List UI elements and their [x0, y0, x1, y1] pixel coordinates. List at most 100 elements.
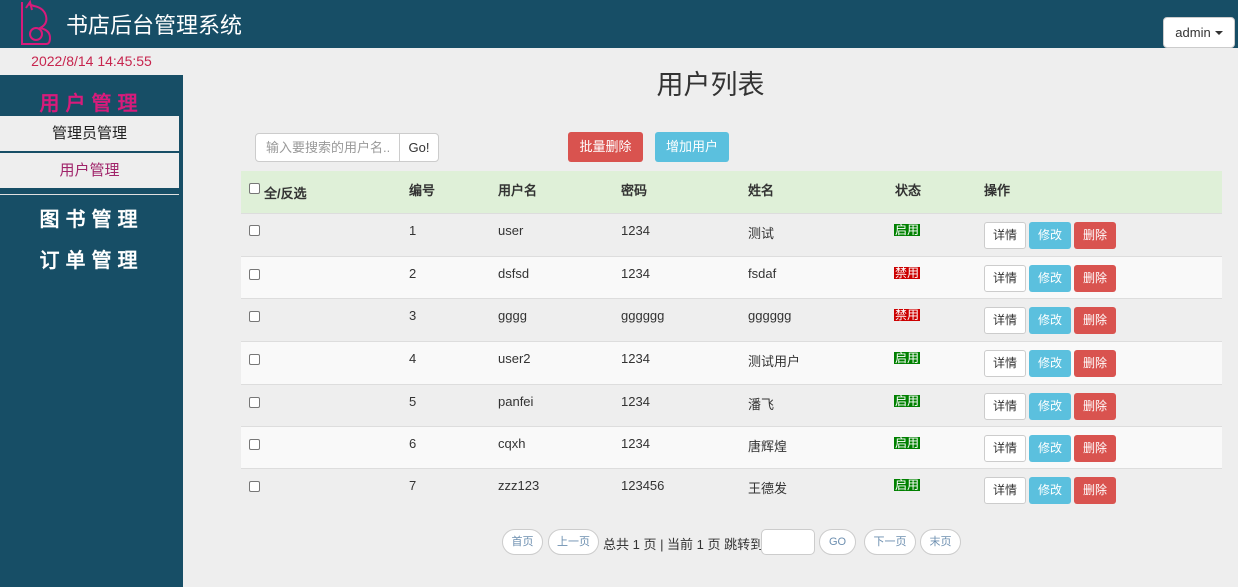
- table-row: 4 user2 1234 测试用户 启用 详情 修改 删除: [241, 341, 1222, 384]
- top-bar: 书店后台管理系统 admin: [0, 0, 1238, 48]
- edit-button[interactable]: 修改: [1029, 350, 1071, 377]
- admin-label: admin: [1175, 25, 1211, 40]
- sidebar: 用户管理 管理员管理 用户管理 图书管理 订单管理: [0, 75, 183, 587]
- cell-name: 王德发: [748, 481, 788, 496]
- cell-id: 2: [409, 266, 417, 281]
- table-header: 全/反选 编号 用户名 密码 姓名 状态 操作: [241, 171, 1222, 213]
- edit-button[interactable]: 修改: [1029, 307, 1071, 334]
- add-user-button[interactable]: 增加用户: [655, 132, 729, 162]
- jump-go-button[interactable]: GO: [819, 529, 856, 555]
- detail-button[interactable]: 详情: [984, 222, 1026, 249]
- sidebar-subitem-admin-management[interactable]: 管理员管理: [0, 116, 179, 151]
- table-row: 5 panfei 1234 潘飞 启用 详情 修改 删除: [241, 384, 1222, 427]
- table-row: 6 cqxh 1234 唐辉煌 启用 详情 修改 删除: [241, 426, 1222, 469]
- cell-id: 3: [409, 308, 417, 323]
- prev-page-button[interactable]: 上一页: [548, 529, 599, 555]
- next-page-button[interactable]: 下一页: [864, 529, 916, 555]
- cell-password: 1234: [621, 436, 650, 451]
- status-badge: 禁用: [894, 308, 921, 322]
- cell-name: gggggg: [748, 308, 792, 323]
- sidebar-divider: [0, 194, 179, 195]
- sidebar-item-order-management[interactable]: 订单管理: [0, 244, 183, 273]
- edit-button[interactable]: 修改: [1029, 265, 1071, 292]
- delete-button[interactable]: 删除: [1074, 350, 1116, 377]
- cell-name: 测试用户: [748, 354, 801, 369]
- sidebar-item-user-management[interactable]: 用户管理: [0, 87, 183, 116]
- header-username: 用户名: [498, 183, 538, 198]
- header-actions: 操作: [984, 183, 1011, 198]
- row-select-checkbox[interactable]: [249, 311, 260, 322]
- page-info: 总共 1 页 | 当前 1 页 跳转到: [603, 537, 764, 552]
- cell-password: 1234: [621, 351, 650, 366]
- edit-button[interactable]: 修改: [1029, 435, 1071, 462]
- cell-password: 1234: [621, 266, 650, 281]
- edit-button[interactable]: 修改: [1029, 222, 1071, 249]
- detail-button[interactable]: 详情: [984, 350, 1026, 377]
- delete-button[interactable]: 删除: [1074, 265, 1116, 292]
- admin-dropdown-button[interactable]: admin: [1163, 17, 1235, 48]
- search-input[interactable]: [255, 133, 400, 162]
- cell-name: fsdaf: [748, 266, 777, 281]
- delete-button[interactable]: 删除: [1074, 307, 1116, 334]
- row-select-checkbox[interactable]: [249, 354, 260, 365]
- detail-button[interactable]: 详情: [984, 477, 1026, 504]
- delete-button[interactable]: 删除: [1074, 435, 1116, 462]
- cell-password: 1234: [621, 394, 650, 409]
- delete-button[interactable]: 删除: [1074, 477, 1116, 504]
- delete-button[interactable]: 删除: [1074, 222, 1116, 249]
- cell-username: cqxh: [498, 436, 526, 451]
- cell-id: 5: [409, 394, 417, 409]
- table-row: 3 gggg gggggg gggggg 禁用 详情 修改 删除: [241, 298, 1222, 341]
- cell-name: 潘飞: [748, 397, 775, 412]
- table-row: 1 user 1234 测试 启用 详情 修改 删除: [241, 213, 1222, 256]
- header-id: 编号: [409, 183, 436, 198]
- select-all-checkbox[interactable]: [249, 183, 260, 194]
- cell-username: user2: [498, 351, 531, 366]
- row-select-checkbox[interactable]: [249, 439, 260, 450]
- sidebar-subitem-user-management[interactable]: 用户管理: [0, 153, 179, 188]
- delete-button[interactable]: 删除: [1074, 393, 1116, 420]
- header-status: 状态: [895, 183, 922, 198]
- cell-id: 7: [409, 478, 417, 493]
- cell-password: 1234: [621, 223, 650, 238]
- cell-name: 唐辉煌: [748, 439, 788, 454]
- current-datetime: 2022/8/14 14:45:55: [0, 48, 183, 75]
- status-badge: 启用: [894, 478, 921, 492]
- edit-button[interactable]: 修改: [1029, 393, 1071, 420]
- bookstore-logo-icon: [21, 0, 52, 45]
- status-badge: 禁用: [894, 266, 921, 280]
- status-badge: 启用: [894, 436, 921, 450]
- page-title: 用户列表: [656, 70, 765, 100]
- table-row: 7 zzz123 123456 王德发 启用 详情 修改 删除: [241, 468, 1222, 511]
- row-select-checkbox[interactable]: [249, 225, 260, 236]
- row-select-checkbox[interactable]: [249, 269, 260, 280]
- detail-button[interactable]: 详情: [984, 307, 1026, 334]
- cell-password: gggggg: [621, 308, 665, 323]
- header-password: 密码: [621, 183, 648, 198]
- status-badge: 启用: [894, 394, 921, 408]
- cell-id: 6: [409, 436, 417, 451]
- batch-delete-button[interactable]: 批量删除: [568, 132, 643, 162]
- cell-password: 123456: [621, 478, 665, 493]
- detail-button[interactable]: 详情: [984, 265, 1026, 292]
- cell-id: 1: [409, 223, 417, 238]
- sidebar-item-book-management[interactable]: 图书管理: [0, 203, 183, 232]
- edit-button[interactable]: 修改: [1029, 477, 1071, 504]
- search-go-button[interactable]: Go!: [399, 133, 439, 162]
- table-row: 2 dsfsd 1234 fsdaf 禁用 详情 修改 删除: [241, 256, 1222, 299]
- row-select-checkbox[interactable]: [249, 397, 260, 408]
- cell-username: panfei: [498, 394, 534, 409]
- cell-name: 测试: [748, 226, 775, 241]
- detail-button[interactable]: 详情: [984, 435, 1026, 462]
- caret-down-icon: [1214, 30, 1223, 35]
- jump-page-input[interactable]: [761, 529, 815, 555]
- cell-username: dsfsd: [498, 266, 530, 281]
- last-page-button[interactable]: 末页: [920, 529, 961, 555]
- row-select-checkbox[interactable]: [249, 481, 260, 492]
- cell-username: user: [498, 223, 524, 238]
- cell-username: gggg: [498, 308, 527, 323]
- detail-button[interactable]: 详情: [984, 393, 1026, 420]
- cell-username: zzz123: [498, 478, 540, 493]
- first-page-button[interactable]: 首页: [502, 529, 543, 555]
- header-name: 姓名: [748, 183, 775, 198]
